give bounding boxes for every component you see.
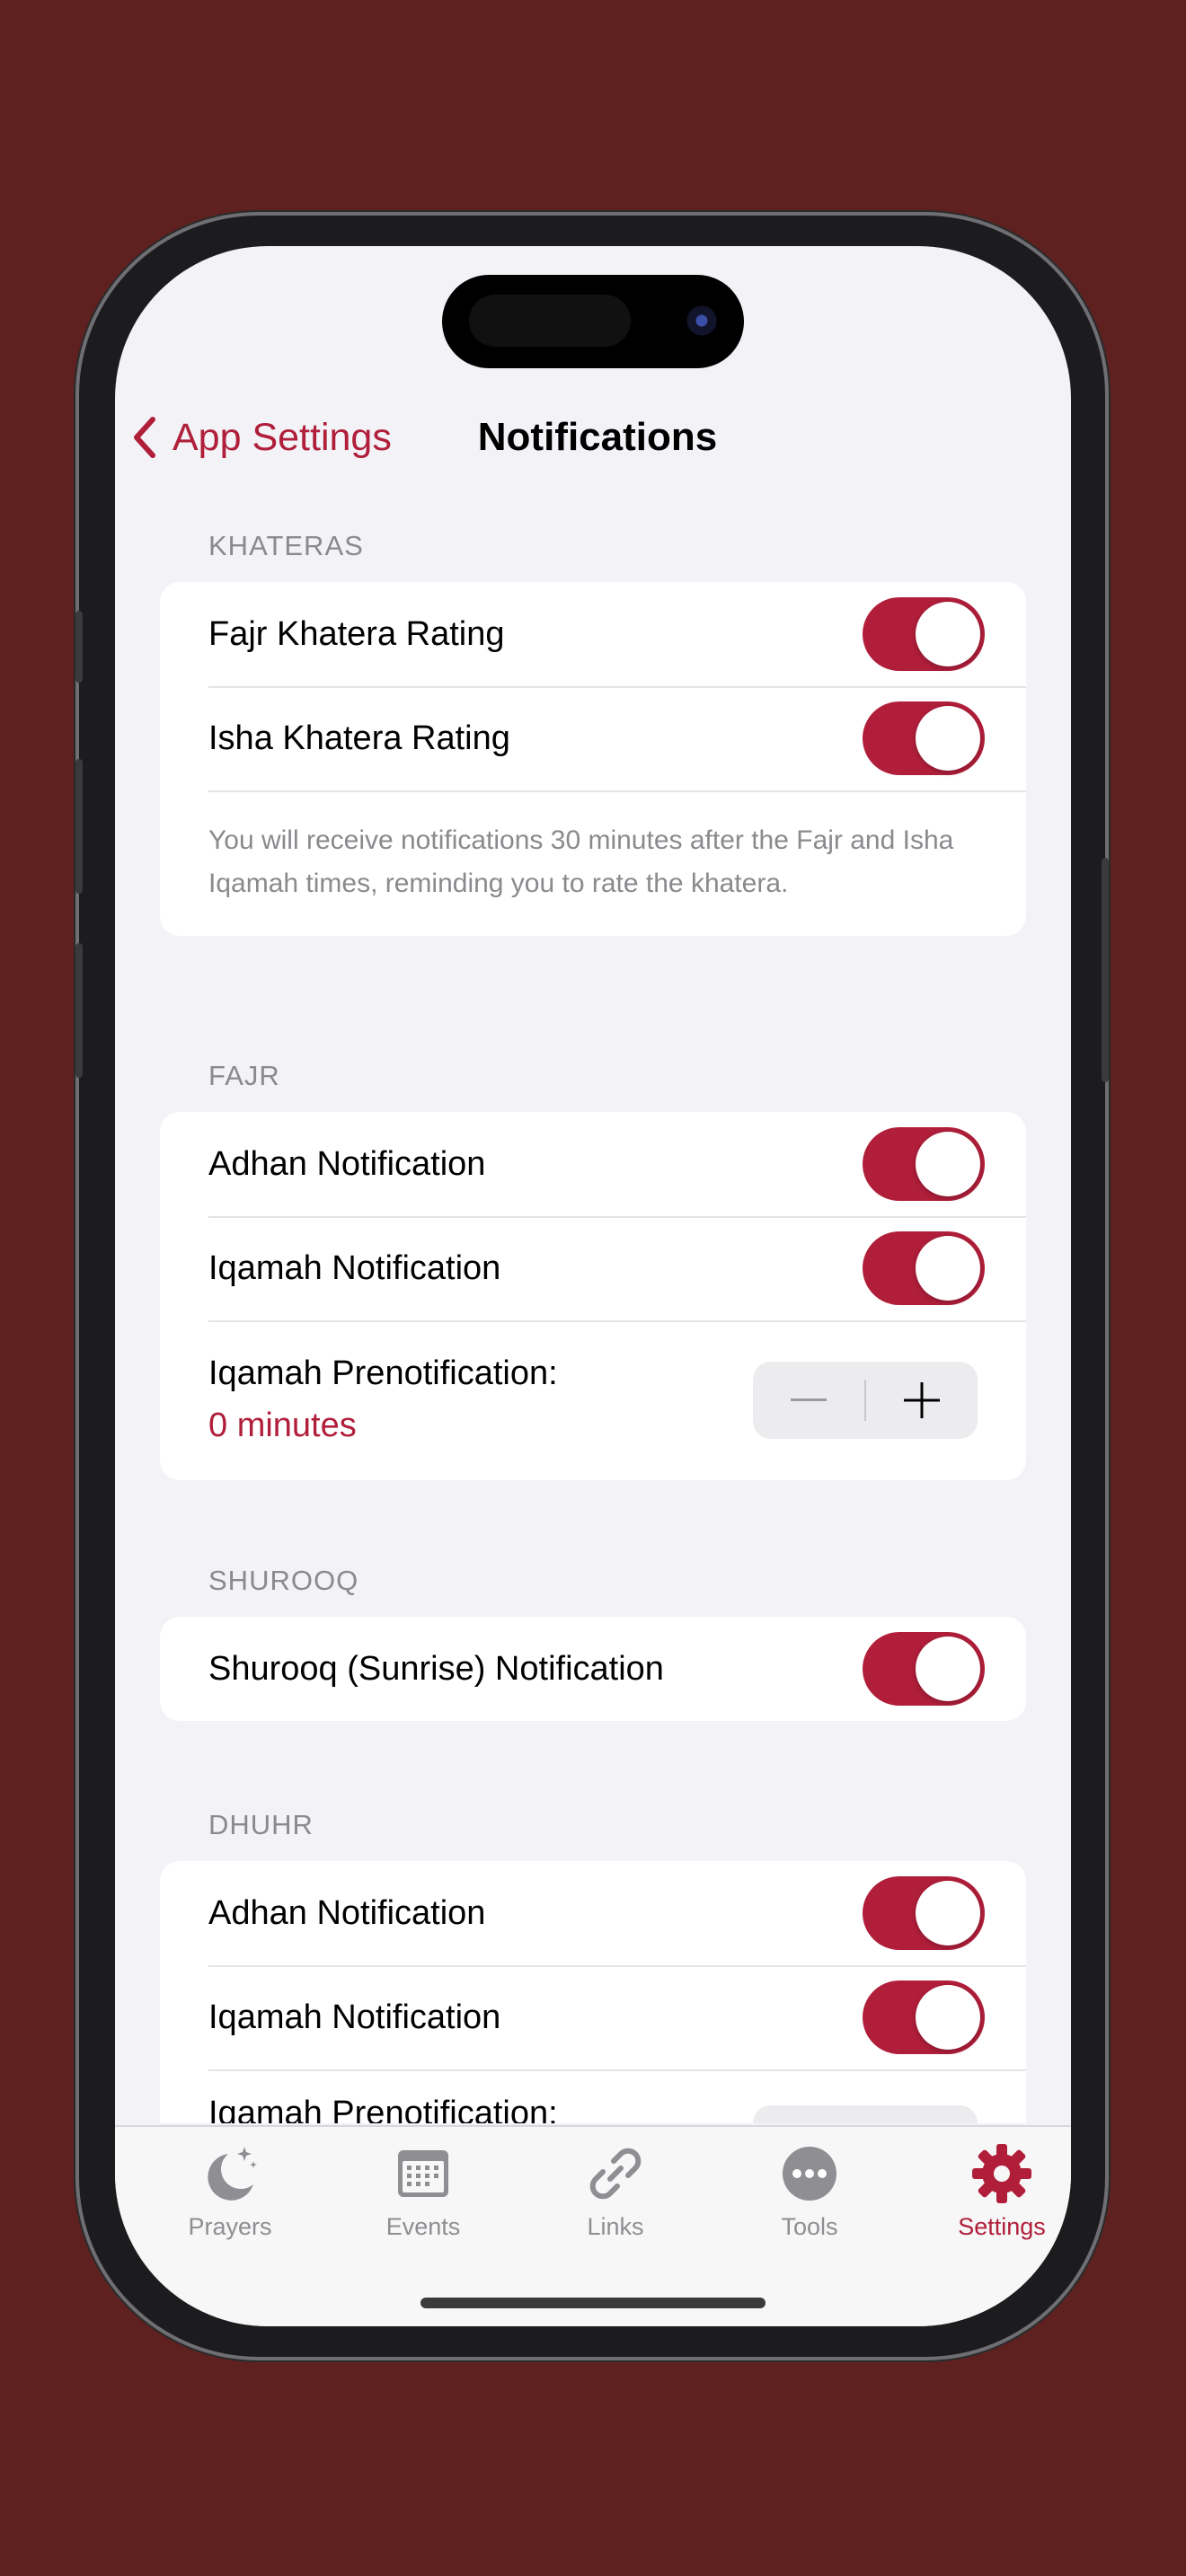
tab-label: Links	[587, 2213, 644, 2240]
home-indicator[interactable]	[420, 2298, 766, 2308]
fajr-adhan-row: Adhan Notification	[160, 1112, 1026, 1216]
toggle-knob	[916, 1636, 980, 1701]
navigation-bar: App Settings Notifications	[115, 399, 1071, 489]
prenotification-label: Iqamah Prenotification:	[208, 2095, 558, 2123]
toggle-knob	[916, 1132, 980, 1196]
row-label: Shurooq (Sunrise) Notification	[208, 1649, 664, 1688]
toggle-knob	[916, 706, 980, 771]
fajr-khatera-row: Fajr Khatera Rating	[160, 582, 1026, 686]
tab-label: Tools	[781, 2213, 838, 2240]
page-title: Notifications	[477, 415, 718, 459]
section-header-khateras: KHATERAS	[208, 530, 364, 561]
tab-bar: Prayers Events Links Tools Settings	[115, 2125, 1071, 2326]
shurooq-row: Shurooq (Sunrise) Notification	[160, 1617, 1026, 1721]
power-button	[1102, 858, 1109, 1082]
row-label: Iqamah Notification	[208, 1248, 501, 1287]
increment-button[interactable]	[866, 1362, 978, 1439]
row-label: Adhan Notification	[208, 1893, 486, 1932]
fajr-iqamah-toggle[interactable]	[863, 1231, 985, 1305]
fajr-card: Adhan Notification Iqamah Notification I…	[160, 1112, 1026, 1480]
fajr-khatera-toggle[interactable]	[863, 597, 985, 671]
tab-tools[interactable]: Tools	[720, 2141, 899, 2241]
dhuhr-iqamah-toggle[interactable]	[863, 1981, 985, 2054]
volume-down-button	[75, 943, 83, 1078]
camera-lens	[686, 305, 717, 336]
ellipsis-circle-icon	[783, 2147, 836, 2201]
fajr-prenotification-row: Iqamah Prenotification: 0 minutes	[160, 1320, 1026, 1480]
isha-khatera-row: Isha Khatera Rating	[160, 686, 1026, 790]
tab-label: Settings	[958, 2213, 1046, 2240]
dhuhr-iqamah-row: Iqamah Notification	[160, 1965, 1026, 2069]
island-sensor	[469, 295, 631, 347]
prenotification-value: 0 minutes	[208, 1407, 357, 1444]
khateras-card: Fajr Khatera Rating Isha Khatera Rating …	[160, 582, 1026, 936]
action-button	[75, 611, 83, 683]
settings-list[interactable]: KHATERAS Fajr Khatera Rating Isha Khater…	[115, 246, 1071, 2123]
row-label: Iqamah Notification	[208, 1998, 501, 2036]
toggle-knob	[916, 1985, 980, 2050]
isha-khatera-toggle[interactable]	[863, 701, 985, 775]
tab-links[interactable]: Links	[526, 2141, 705, 2241]
dhuhr-card: Adhan Notification Iqamah Notification I…	[160, 1861, 1026, 2123]
khatera-note: You will receive notifications 30 minute…	[160, 790, 1026, 936]
plus-icon	[904, 1382, 940, 1418]
section-header-shurooq: SHUROOQ	[208, 1565, 359, 1596]
row-label: Adhan Notification	[208, 1144, 486, 1183]
dhuhr-adhan-toggle[interactable]	[863, 1876, 985, 1950]
tab-settings[interactable]: Settings	[912, 2141, 1071, 2241]
decrement-button[interactable]	[753, 1362, 864, 1439]
volume-up-button	[75, 759, 83, 894]
dynamic-island	[442, 275, 744, 368]
section-header-fajr: FAJR	[208, 1060, 280, 1091]
tab-events[interactable]: Events	[333, 2141, 513, 2241]
dhuhr-adhan-row: Adhan Notification	[160, 1861, 1026, 1965]
section-header-dhuhr: DHUHR	[208, 1809, 314, 1840]
tab-label: Prayers	[188, 2213, 272, 2240]
tab-prayers[interactable]: Prayers	[140, 2141, 320, 2241]
gear-icon	[972, 2144, 1031, 2203]
fajr-adhan-toggle[interactable]	[863, 1127, 985, 1201]
calendar-icon	[398, 2150, 448, 2197]
toggle-knob	[916, 1881, 980, 1945]
moon-stars-icon	[208, 2147, 257, 2201]
row-label: Isha Khatera Rating	[208, 719, 510, 757]
row-label: Fajr Khatera Rating	[208, 614, 505, 653]
shurooq-card: Shurooq (Sunrise) Notification	[160, 1617, 1026, 1721]
minus-icon	[791, 1398, 827, 1401]
link-icon	[589, 2148, 642, 2200]
prenotification-label: Iqamah Prenotification:	[208, 1354, 558, 1392]
tab-label: Events	[385, 2213, 461, 2240]
dhuhr-prenotification-row: Iqamah Prenotification:	[160, 2069, 1026, 2123]
prenotification-stepper[interactable]	[753, 2105, 978, 2123]
toggle-knob	[916, 602, 980, 666]
toggle-knob	[916, 1236, 980, 1301]
screen: KHATERAS Fajr Khatera Rating Isha Khater…	[115, 246, 1071, 2326]
prenotification-stepper	[753, 1362, 978, 1439]
fajr-iqamah-row: Iqamah Notification	[160, 1216, 1026, 1320]
shurooq-toggle[interactable]	[863, 1632, 985, 1706]
